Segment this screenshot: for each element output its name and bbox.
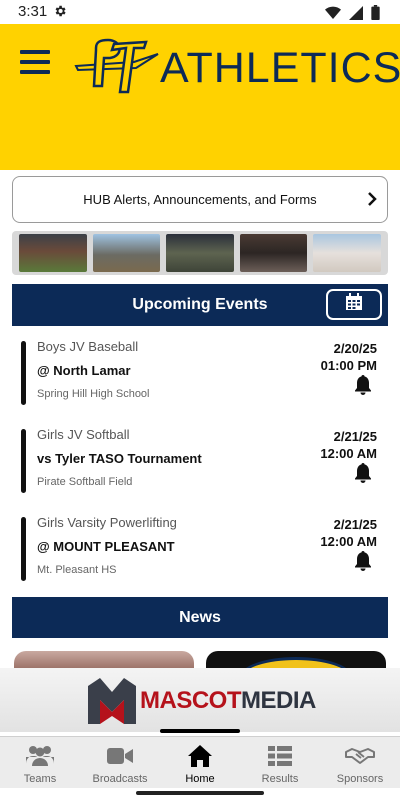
news-header: News <box>12 597 388 638</box>
event-location: Pirate Softball Field <box>37 476 133 488</box>
nav-results-label: Results <box>261 773 299 785</box>
brand-title: ATHLETICS <box>160 44 400 92</box>
settings-gear-icon <box>53 4 67 23</box>
event-time: 01:00 PM <box>320 358 377 373</box>
team-photo[interactable] <box>313 234 381 272</box>
upcoming-events-title: Upcoming Events <box>132 296 268 313</box>
photo-strip[interactable] <box>12 231 388 275</box>
calendar-icon <box>345 293 363 316</box>
event-time: 12:00 AM <box>320 534 377 549</box>
bell-icon[interactable] <box>354 551 372 576</box>
battery-icon <box>371 5 380 25</box>
header: ATHLETICS <box>0 24 400 170</box>
wifi-icon <box>325 6 341 25</box>
handshake-icon <box>345 741 375 771</box>
sponsor-name: MASCOTMEDIA <box>140 687 316 715</box>
chevron-right-icon <box>367 191 377 212</box>
scroll-indicator <box>160 729 240 733</box>
team-photo[interactable] <box>166 234 234 272</box>
event-accent-bar <box>21 429 26 493</box>
menu-button[interactable] <box>20 50 50 74</box>
team-photo[interactable] <box>92 234 161 272</box>
bell-icon[interactable] <box>354 463 372 488</box>
status-bar: 3:31 <box>0 0 400 24</box>
nav-home[interactable]: Home <box>160 737 240 788</box>
event-row[interactable]: Girls JV Softball vs Tyler TASO Tourname… <box>12 427 388 507</box>
mascot-media-logo-icon <box>86 676 138 731</box>
pt-logo-icon <box>74 36 160 103</box>
nav-broadcasts-label: Broadcasts <box>92 773 148 785</box>
event-date: 2/21/25 <box>333 429 377 444</box>
event-time: 12:00 AM <box>320 446 377 461</box>
upcoming-events-header: Upcoming Events <box>12 284 388 326</box>
nav-results[interactable]: Results <box>240 737 320 788</box>
event-sport: Girls JV Softball <box>37 427 130 442</box>
event-row[interactable]: Girls Varsity Powerlifting @ MOUNT PLEAS… <box>12 515 388 595</box>
sponsor-name-part-1: MASCOT <box>140 687 242 714</box>
event-accent-bar <box>21 517 26 581</box>
event-opponent: vs Tyler TASO Tournament <box>37 451 202 466</box>
event-date: 2/20/25 <box>333 341 377 356</box>
calendar-button[interactable] <box>326 289 382 320</box>
menu-bar-icon <box>20 70 50 74</box>
event-opponent: @ MOUNT PLEASANT <box>37 539 175 554</box>
status-time: 3:31 <box>18 3 48 20</box>
bottom-nav: Teams Broadcasts Home Results Sponsors <box>0 736 400 788</box>
hub-alerts-label: HUB Alerts, Announcements, and Forms <box>83 192 317 207</box>
sponsor-name-part-2: MEDIA <box>241 687 316 714</box>
news-title: News <box>179 608 221 626</box>
event-opponent: @ North Lamar <box>37 363 131 378</box>
nav-teams-label: Teams <box>23 773 57 785</box>
nav-home-label: Home <box>185 773 215 785</box>
event-sport: Boys JV Baseball <box>37 339 139 354</box>
cellular-signal-icon <box>349 5 363 25</box>
hub-alerts-button[interactable]: HUB Alerts, Announcements, and Forms <box>12 176 388 223</box>
event-sport: Girls Varsity Powerlifting <box>37 515 177 530</box>
results-list-icon <box>268 741 292 771</box>
team-photo[interactable] <box>239 234 308 272</box>
menu-bar-icon <box>20 60 50 64</box>
event-accent-bar <box>21 341 26 405</box>
menu-bar-icon <box>20 50 50 54</box>
teams-icon <box>25 741 55 771</box>
gesture-bar[interactable] <box>136 791 264 795</box>
event-row[interactable]: Boys JV Baseball @ North Lamar Spring Hi… <box>12 339 388 419</box>
nav-broadcasts[interactable]: Broadcasts <box>80 737 160 788</box>
event-location: Spring Hill High School <box>37 388 150 400</box>
bell-icon[interactable] <box>354 375 372 400</box>
event-location: Mt. Pleasant HS <box>37 564 117 576</box>
nav-teams[interactable]: Teams <box>0 737 80 788</box>
team-photo[interactable] <box>19 234 87 272</box>
home-icon <box>187 741 213 771</box>
video-camera-icon <box>107 741 133 771</box>
sponsor-banner[interactable]: MASCOTMEDIA <box>0 668 400 732</box>
nav-sponsors[interactable]: Sponsors <box>320 737 400 788</box>
event-date: 2/21/25 <box>333 517 377 532</box>
nav-sponsors-label: Sponsors <box>336 773 384 785</box>
